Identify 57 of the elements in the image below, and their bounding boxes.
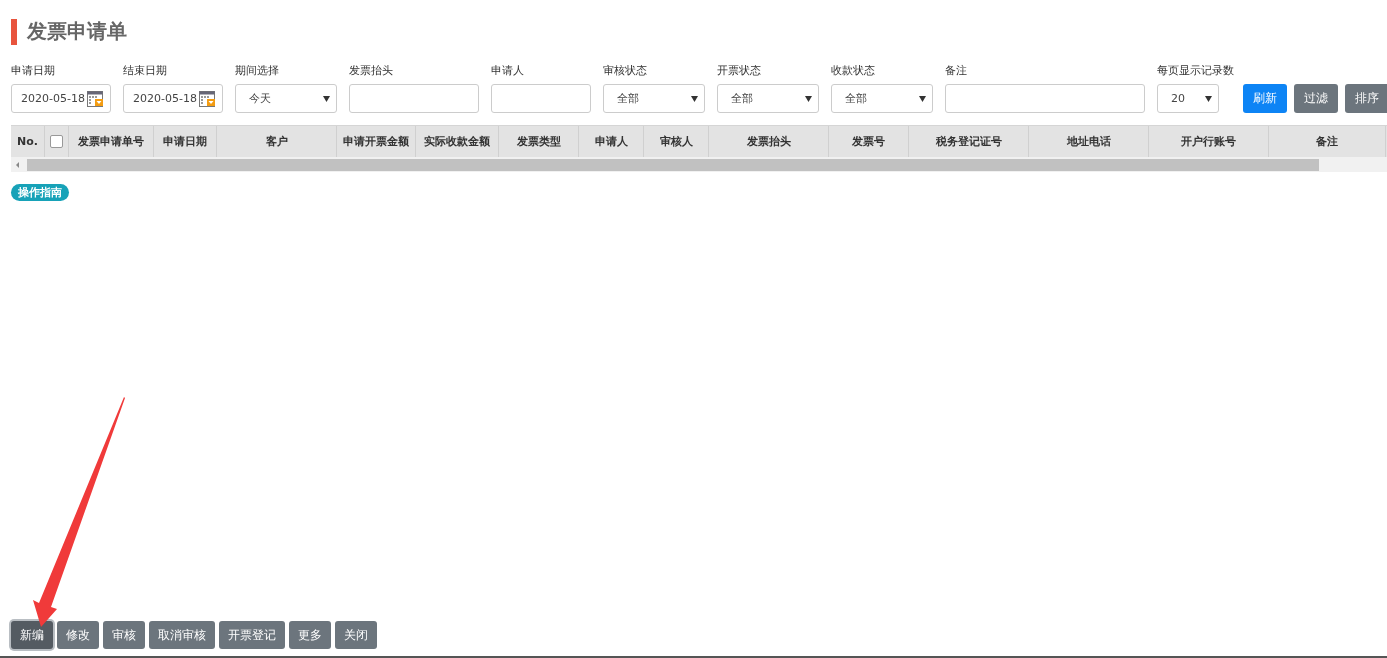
- filter-label: 申请日期: [11, 63, 55, 79]
- scroll-left-icon[interactable]: [14, 160, 22, 169]
- action-button[interactable]: 修改: [57, 621, 99, 649]
- dropdown[interactable]: 20: [1157, 84, 1219, 113]
- toolbar-button[interactable]: 过滤: [1294, 84, 1338, 113]
- title-accent-bar: [11, 18, 17, 45]
- action-button[interactable]: 更多: [289, 621, 331, 649]
- caret-icon: [1205, 95, 1212, 102]
- caret-icon: [805, 95, 812, 102]
- action-button[interactable]: 审核: [103, 621, 145, 649]
- filter-label: 每页显示记录数: [1157, 63, 1234, 79]
- column-header[interactable]: 地址电话: [1066, 134, 1111, 149]
- caret-icon: [323, 95, 330, 102]
- toolbar-button[interactable]: 排序: [1345, 84, 1387, 113]
- horizontal-scrollbar[interactable]: [11, 157, 1387, 172]
- filter-label: 发票抬头: [349, 63, 393, 79]
- input-field[interactable]: [491, 84, 591, 113]
- filter-label: 结束日期: [123, 63, 167, 79]
- filter-label: 备注: [945, 63, 967, 79]
- column-header[interactable]: 备注: [1316, 134, 1338, 149]
- column-header[interactable]: 实际收款金额: [424, 134, 490, 149]
- input-field[interactable]: [349, 84, 479, 113]
- filter-label: 开票状态: [717, 63, 761, 79]
- filter-label: 审核状态: [603, 63, 647, 79]
- date-field[interactable]: 2020-05-18: [123, 84, 223, 113]
- column-header[interactable]: 发票申请单号: [78, 134, 144, 149]
- filter-label: 申请人: [491, 63, 524, 79]
- action-button[interactable]: 新编: [11, 621, 53, 649]
- column-header[interactable]: 申请日期: [163, 134, 207, 149]
- calendar-icon[interactable]: [199, 90, 216, 107]
- action-button[interactable]: 开票登记: [219, 621, 285, 649]
- filter-label: 收款状态: [831, 63, 875, 79]
- column-header[interactable]: 发票号: [852, 134, 885, 149]
- action-button[interactable]: 关闭: [335, 621, 377, 649]
- dropdown[interactable]: 全部: [603, 84, 705, 113]
- dropdown[interactable]: 今天: [235, 84, 337, 113]
- date-field[interactable]: 2020-05-18: [11, 84, 111, 113]
- dropdown[interactable]: 全部: [831, 84, 933, 113]
- column-header[interactable]: No.: [17, 135, 38, 148]
- filter-label: 期间选择: [235, 63, 279, 79]
- dropdown[interactable]: 全部: [717, 84, 819, 113]
- page-title: 发票申请单: [27, 18, 127, 45]
- column-header[interactable]: 申请开票金额: [343, 134, 409, 149]
- action-button[interactable]: 取消审核: [149, 621, 215, 649]
- column-header[interactable]: 申请人: [594, 134, 628, 149]
- column-header[interactable]: 税务登记证号: [935, 134, 1002, 149]
- caret-icon: [691, 95, 698, 102]
- refresh-button[interactable]: 刷新: [1243, 84, 1287, 113]
- input-field[interactable]: [945, 84, 1145, 113]
- column-header[interactable]: 客户: [265, 134, 288, 149]
- column-header[interactable]: 发票抬头: [746, 134, 791, 149]
- column-header[interactable]: 审核人: [659, 134, 693, 149]
- column-header[interactable]: 开户行账号: [1181, 134, 1236, 149]
- column-header[interactable]: 发票类型: [516, 134, 561, 149]
- caret-icon: [919, 95, 926, 102]
- select-all-checkbox[interactable]: [50, 135, 63, 148]
- calendar-icon[interactable]: [87, 90, 104, 107]
